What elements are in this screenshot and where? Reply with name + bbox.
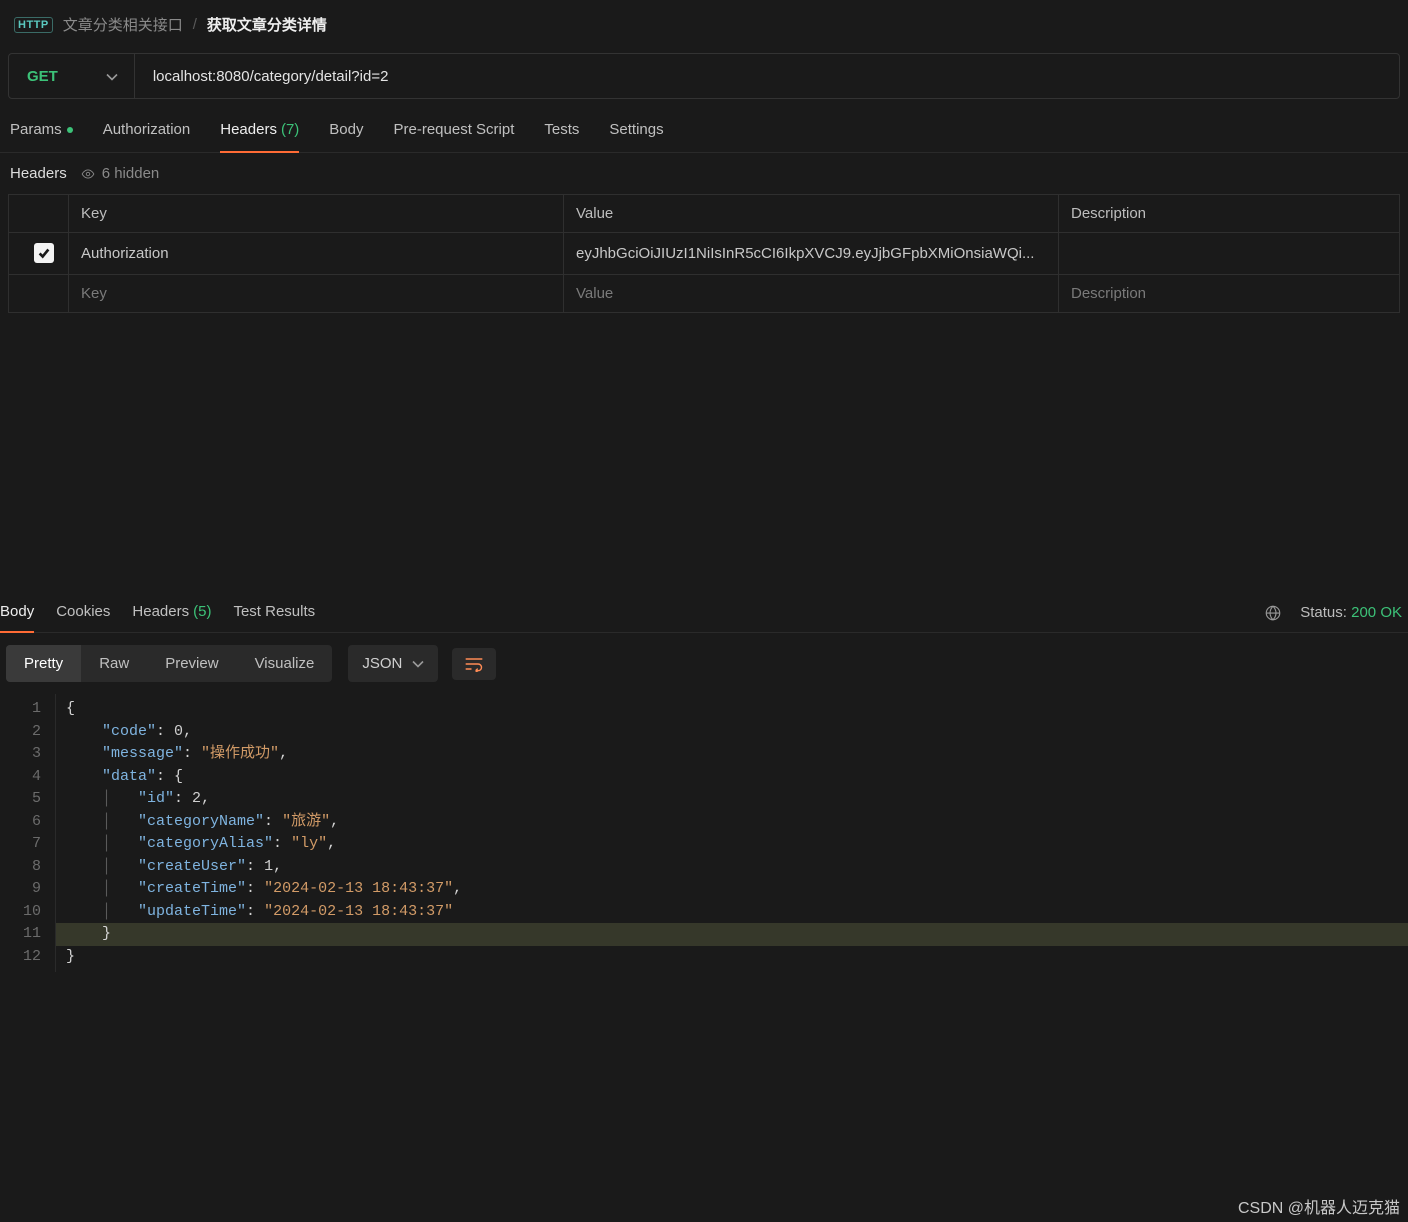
watermark: CSDN @机器人迈克猫 <box>1238 1194 1400 1218</box>
tab-headers[interactable]: Headers(7) <box>220 121 299 152</box>
header-key-cell[interactable]: Authorization <box>69 233 564 275</box>
col-value: Value <box>564 195 1059 233</box>
view-tab-visualize[interactable]: Visualize <box>237 645 333 682</box>
wrap-icon <box>464 656 484 672</box>
chevron-down-icon <box>106 68 118 85</box>
response-body-editor[interactable]: 123456789101112 { "code": 0, "message": … <box>0 694 1408 972</box>
params-changed-dot-icon <box>67 127 73 133</box>
col-key: Key <box>69 195 564 233</box>
response-tab-body[interactable]: Body <box>0 603 34 632</box>
check-icon <box>37 246 51 260</box>
header-value-placeholder[interactable]: Value <box>564 275 1059 313</box>
view-mode-tabs: Pretty Raw Preview Visualize <box>6 645 332 682</box>
response-status-bar: Status: 200 OK <box>1264 604 1408 632</box>
wrap-lines-button[interactable] <box>452 648 496 680</box>
status-value[interactable]: 200 OK <box>1351 604 1402 621</box>
request-url-bar: GET <box>8 53 1400 99</box>
response-view-controls: Pretty Raw Preview Visualize JSON <box>0 633 1408 694</box>
header-enabled-checkbox[interactable] <box>34 243 54 263</box>
headers-title: Headers <box>10 165 67 182</box>
tab-body[interactable]: Body <box>329 121 363 152</box>
http-badge-icon: HTTP <box>14 17 53 33</box>
header-key-placeholder[interactable]: Key <box>69 275 564 313</box>
tab-params[interactable]: Params <box>10 121 73 152</box>
header-value-cell[interactable]: eyJhbGciOiJIUzI1NiIsInR5cCI6IkpXVCJ9.eyJ… <box>564 233 1059 275</box>
col-description: Description <box>1059 195 1400 233</box>
code-lines[interactable]: { "code": 0, "message": "操作成功", "data": … <box>56 694 1408 972</box>
headers-subheader: Headers 6 hidden <box>0 153 1408 194</box>
tab-settings[interactable]: Settings <box>609 121 663 152</box>
header-description-placeholder[interactable]: Description <box>1059 275 1400 313</box>
header-description-cell[interactable] <box>1059 233 1400 275</box>
status-label: Status: <box>1300 604 1347 621</box>
tab-authorization[interactable]: Authorization <box>103 121 191 152</box>
line-gutter: 123456789101112 <box>0 694 56 972</box>
tab-prerequest-script[interactable]: Pre-request Script <box>394 121 515 152</box>
tab-tests[interactable]: Tests <box>544 121 579 152</box>
view-tab-raw[interactable]: Raw <box>81 645 147 682</box>
breadcrumb-parent[interactable]: 文章分类相关接口 <box>63 14 183 35</box>
response-tab-test-results[interactable]: Test Results <box>233 603 315 632</box>
response-tab-headers[interactable]: Headers(5) <box>132 603 211 632</box>
hidden-headers-toggle[interactable]: 6 hidden <box>81 165 160 182</box>
response-tab-cookies[interactable]: Cookies <box>56 603 110 632</box>
view-tab-pretty[interactable]: Pretty <box>6 645 81 682</box>
language-value: JSON <box>362 655 402 672</box>
view-tab-preview[interactable]: Preview <box>147 645 236 682</box>
response-tabs: Body Cookies Headers(5) Test Results Sta… <box>0 589 1408 633</box>
eye-icon <box>81 167 95 181</box>
spacer <box>0 313 1408 589</box>
http-method-value: GET <box>27 68 58 85</box>
breadcrumb-current: 获取文章分类详情 <box>207 14 327 35</box>
headers-table: Key Value Description Authorization eyJh… <box>8 194 1400 313</box>
breadcrumb-separator: / <box>193 16 197 33</box>
hidden-headers-label: 6 hidden <box>102 165 160 182</box>
request-url-input[interactable] <box>135 54 1399 98</box>
globe-icon[interactable] <box>1264 604 1282 622</box>
header-row[interactable]: Authorization eyJhbGciOiJIUzI1NiIsInR5cC… <box>9 233 1400 275</box>
http-method-selector[interactable]: GET <box>9 54 135 98</box>
request-tabs: Params Authorization Headers(7) Body Pre… <box>0 99 1408 153</box>
chevron-down-icon <box>412 660 424 668</box>
header-row-placeholder[interactable]: Key Value Description <box>9 275 1400 313</box>
breadcrumb: HTTP 文章分类相关接口 / 获取文章分类详情 <box>0 0 1408 53</box>
language-selector[interactable]: JSON <box>348 645 438 682</box>
